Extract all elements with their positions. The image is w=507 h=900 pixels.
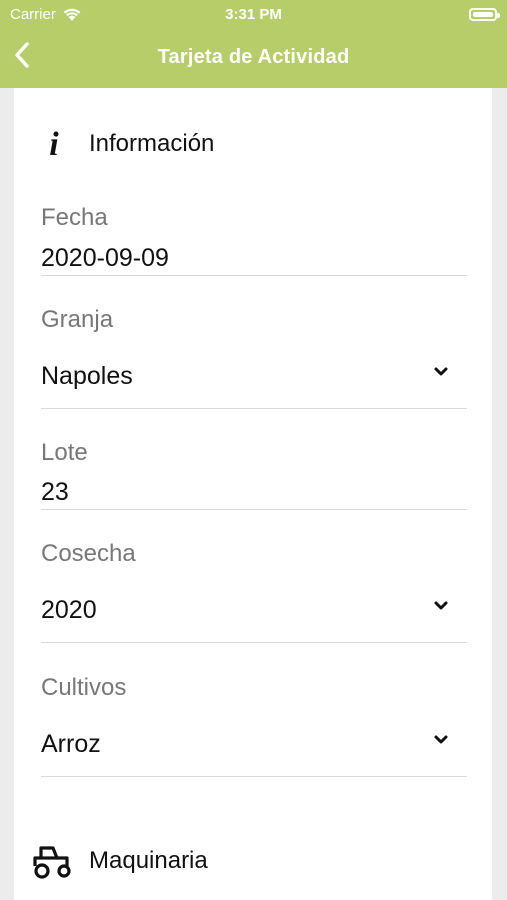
granja-label: Granja xyxy=(41,306,114,333)
cultivos-label: Cultivos xyxy=(41,674,127,701)
machinery-section-header: Maquinaria xyxy=(14,841,492,881)
information-title: Información xyxy=(89,130,215,157)
machinery-title: Maquinaria xyxy=(89,847,208,874)
chevron-down-icon[interactable] xyxy=(433,600,449,612)
cosecha-value[interactable]: 2020 xyxy=(41,595,97,625)
info-icon: i xyxy=(49,126,59,163)
page-title: Tarjeta de Actividad xyxy=(157,46,350,68)
status-time: 3:31 PM xyxy=(225,6,282,23)
chevron-down-icon[interactable] xyxy=(433,366,449,378)
fecha-value[interactable]: 2020-09-09 xyxy=(41,243,169,273)
granja-select[interactable]: Granja Napoles xyxy=(41,306,467,409)
information-section-header: i Información xyxy=(14,124,492,164)
cultivos-value[interactable]: Arroz xyxy=(41,729,101,759)
battery-icon xyxy=(469,8,500,21)
app-header: Carrier 3:31 PM Tarjeta de Actividad xyxy=(0,0,507,88)
activity-card: i Información Fecha 2020-09-09 Granja Na… xyxy=(14,88,492,900)
status-bar: Carrier 3:31 PM xyxy=(0,0,507,30)
fecha-field[interactable]: Fecha 2020-09-09 xyxy=(41,204,467,276)
cultivos-select[interactable]: Cultivos Arroz xyxy=(41,674,467,777)
cosecha-select[interactable]: Cosecha 2020 xyxy=(41,540,467,643)
tractor-icon xyxy=(31,843,75,879)
lote-value[interactable]: 23 xyxy=(41,477,69,507)
chevron-down-icon[interactable] xyxy=(433,734,449,746)
granja-value[interactable]: Napoles xyxy=(41,361,133,391)
lote-field[interactable]: Lote 23 xyxy=(41,439,467,510)
fecha-label: Fecha xyxy=(41,204,108,231)
lote-label: Lote xyxy=(41,439,88,466)
cosecha-label: Cosecha xyxy=(41,540,136,567)
